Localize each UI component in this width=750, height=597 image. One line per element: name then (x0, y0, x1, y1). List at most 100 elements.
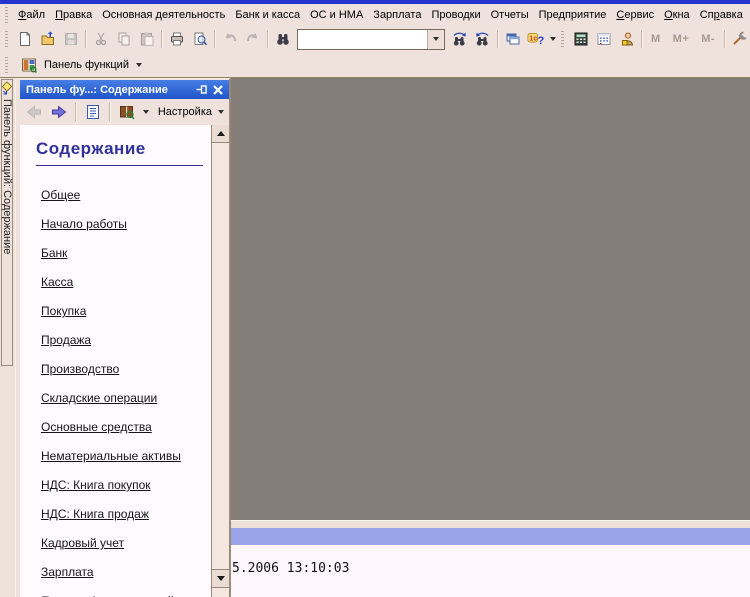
function-panel-window: Панель фу...: Содержание (15, 78, 231, 597)
panel-title-text: Панель фу...: Содержание (26, 84, 194, 96)
contents-link[interactable]: Общее (41, 189, 211, 201)
side-tab-strip: Панель функций: Содержание (0, 78, 15, 597)
menu-item[interactable]: Предприятие (534, 6, 612, 24)
pin-icon[interactable] (194, 82, 210, 97)
forward-arrow-icon[interactable] (47, 101, 70, 123)
main-toolbar: 1с? M M+ M- (0, 25, 750, 53)
panel-title-bar[interactable]: Панель фу...: Содержание (20, 80, 229, 99)
contents-link[interactable]: Продажа (41, 334, 211, 346)
print-icon[interactable] (165, 28, 188, 50)
search-dropdown-button[interactable] (427, 30, 444, 49)
contents-link[interactable]: Производство (41, 363, 211, 375)
memory-recall-button: M (645, 33, 667, 45)
scroll-down-button[interactable] (212, 569, 229, 588)
menu-item[interactable]: Окна (659, 6, 695, 24)
toolbar-separator (267, 30, 268, 48)
contents-view-icon[interactable] (81, 101, 104, 123)
help-1c-icon[interactable]: 1с? (524, 28, 547, 50)
settings-button[interactable]: Настройка (158, 106, 212, 118)
menu-item[interactable]: Правка (50, 6, 97, 24)
copy-icon (112, 28, 135, 50)
message-selection-strip[interactable] (231, 528, 750, 545)
toolbar-grip[interactable] (5, 31, 8, 47)
find-next-icon[interactable] (448, 28, 471, 50)
function-panel-dropdown-caret[interactable] (136, 63, 142, 67)
sections-dropdown-caret[interactable] (143, 110, 149, 114)
main-area: 5.2006 13:10:03 (231, 78, 750, 597)
assistant-icon[interactable] (615, 28, 638, 50)
back-arrow-icon (22, 101, 45, 123)
side-tab-function-panel[interactable]: Панель функций: Содержание (1, 79, 13, 366)
settings-dropdown-caret[interactable] (218, 110, 224, 114)
close-icon[interactable] (210, 82, 226, 97)
contents-link[interactable]: Касса (41, 276, 211, 288)
function-panel-toolbar: Панель функций (0, 53, 750, 76)
contents-link[interactable]: Складские операции (41, 392, 211, 404)
search-input[interactable] (298, 30, 427, 49)
toolbar-grip[interactable] (5, 7, 8, 23)
panel-content: Содержание Общее Начало работы Банк Касса По… (20, 125, 211, 597)
find-icon[interactable] (271, 28, 294, 50)
panel-divider[interactable] (231, 520, 750, 528)
menu-bar: ФайлПравкаОсновная деятельностьБанк и ка… (0, 4, 750, 25)
hide-panel-icon (1, 80, 13, 96)
contents-link[interactable]: НДС: Книга продаж (41, 508, 211, 520)
contents-link[interactable]: Зарплата (41, 566, 211, 578)
heading-rule (36, 165, 203, 166)
scroll-down-arrow-icon (217, 576, 225, 581)
contents-link[interactable]: Кадровый учет (41, 537, 211, 549)
panel-body: Содержание Общее Начало работы Банк Касса По… (20, 125, 229, 597)
contents-link[interactable]: НДС: Книга покупок (41, 479, 211, 491)
menu-item[interactable]: Отчеты (486, 6, 534, 24)
scroll-up-button[interactable] (212, 125, 229, 143)
save-icon (59, 28, 82, 50)
toolbar-grip[interactable] (5, 57, 8, 73)
menu-item[interactable]: Зарплата (368, 6, 426, 24)
function-panel-icon[interactable] (17, 54, 40, 76)
contents-heading: Содержание (36, 139, 211, 159)
menu-item[interactable]: Сервис (611, 6, 659, 24)
scroll-up-arrow-icon (217, 131, 225, 136)
toolbar-separator (85, 30, 86, 48)
toolbar-separator (75, 103, 76, 121)
help-dropdown-caret[interactable] (550, 37, 556, 41)
toolbar-separator (161, 30, 162, 48)
menu-item[interactable]: Справка (695, 6, 748, 24)
workspace (231, 78, 750, 520)
contents-link[interactable]: Нематериальные активы (41, 450, 211, 462)
lower-region: Панель функций: Содержание Панель фу...:… (0, 77, 750, 597)
panel-scrollbar[interactable] (211, 125, 229, 597)
tools-icon[interactable] (728, 28, 750, 50)
toolbar-separator (497, 30, 498, 48)
memory-plus-button: M+ (667, 33, 696, 45)
panel-toolbar: Настройка (20, 99, 229, 125)
toolbar-separator (641, 30, 642, 48)
contents-link[interactable]: Покупка (41, 305, 211, 317)
menu-item[interactable]: Проводки (426, 6, 485, 24)
svg-text:?: ? (538, 35, 545, 47)
menu-item[interactable]: Файл (13, 6, 50, 24)
new-document-icon[interactable] (13, 28, 36, 50)
memory-minus-button: M- (695, 33, 721, 45)
calculator-icon[interactable] (569, 28, 592, 50)
toolbar-grip[interactable] (561, 31, 564, 47)
find-previous-icon[interactable] (471, 28, 494, 50)
open-icon[interactable] (36, 28, 59, 50)
menu-item[interactable]: ОС и НМА (305, 6, 368, 24)
toolbar-separator (724, 30, 725, 48)
contents-link[interactable]: Начало работы (41, 218, 211, 230)
contents-links: Общее Начало работы Банк Касса Покупка Продаж… (41, 189, 211, 597)
status-message: 5.2006 13:10:03 (232, 561, 349, 576)
application-window: ФайлПравкаОсновная деятельностьБанк и ка… (0, 0, 750, 597)
contents-link[interactable]: Основные средства (41, 421, 211, 433)
side-tab-label: Панель функций: Содержание (1, 99, 13, 254)
function-panel-label[interactable]: Панель функций (44, 59, 129, 71)
svg-text:1с: 1с (529, 36, 537, 43)
print-preview-icon[interactable] (188, 28, 211, 50)
calendar-icon[interactable] (592, 28, 615, 50)
contents-link[interactable]: Банк (41, 247, 211, 259)
menu-item[interactable]: Банк и касса (230, 6, 305, 24)
menu-item[interactable]: Основная деятельность (97, 6, 230, 24)
windows-icon[interactable] (501, 28, 524, 50)
sections-book-icon[interactable] (115, 101, 138, 123)
